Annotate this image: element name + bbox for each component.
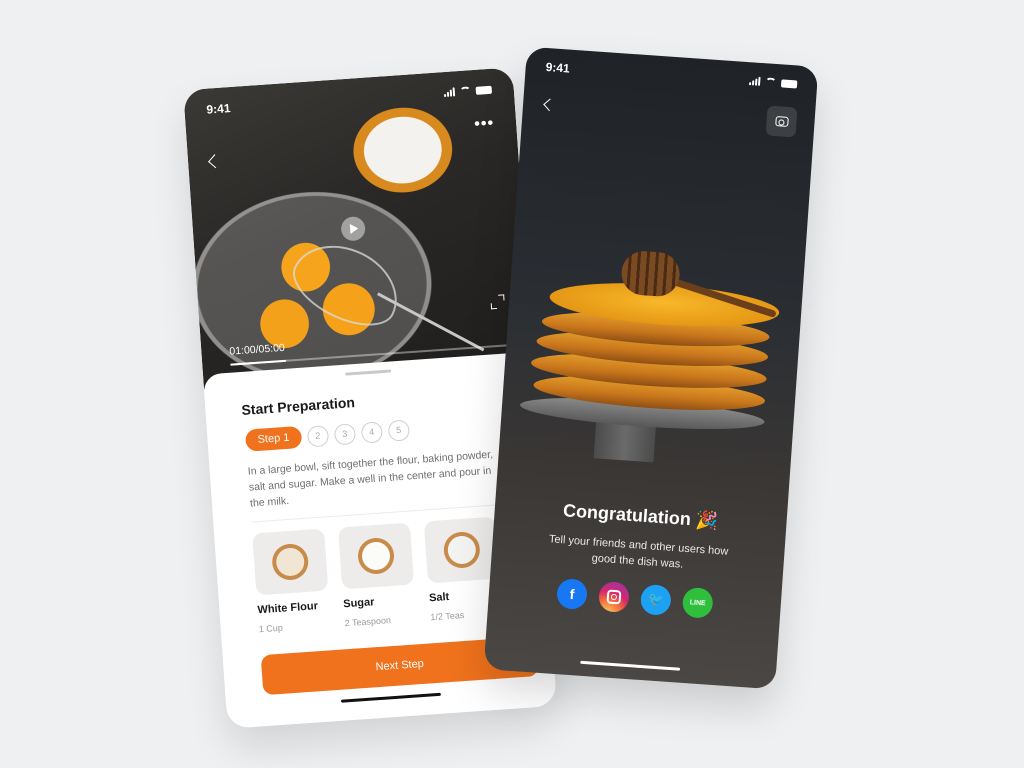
step-1-tab[interactable]: Step 1 <box>244 425 303 452</box>
ingredient-card[interactable]: White Flour 1 Cup <box>252 528 331 635</box>
instagram-icon[interactable] <box>597 580 630 613</box>
whisk-image <box>282 228 412 340</box>
home-indicator <box>580 660 681 671</box>
ingredient-image <box>337 522 415 590</box>
congratulation-message: Tell your friends and other users how go… <box>548 533 729 571</box>
page-title: Start Preparation <box>240 394 356 418</box>
status-time: 9:41 <box>545 59 571 76</box>
ingredient-name: White Flour <box>257 600 319 617</box>
social-share-row: f 🐦 LINE <box>488 573 781 623</box>
ingredient-quantity: 1 Cup <box>258 622 284 635</box>
battery-icon <box>780 79 798 89</box>
camera-button[interactable] <box>765 105 798 138</box>
whisk-handle-image <box>377 292 485 352</box>
congratulation-phone: 9:41 Congratulation 🎉 Tell your friends … <box>483 46 819 690</box>
wifi-icon <box>459 86 472 96</box>
fullscreen-icon[interactable] <box>490 294 505 309</box>
congratulation-title: Congratulation 🎉 <box>562 500 719 532</box>
signal-icon <box>748 76 761 86</box>
ingredient-list: White Flour 1 Cup Sugar 2 Teaspoon Salt … <box>252 516 502 635</box>
ingredient-name: Sugar <box>342 596 375 611</box>
step-3-tab[interactable]: 3 <box>333 422 356 446</box>
signal-icon <box>443 87 456 98</box>
step-2-tab[interactable]: 2 <box>306 424 330 447</box>
battery-icon <box>475 85 493 95</box>
ingredient-card[interactable]: Sugar 2 Teaspoon <box>337 522 417 629</box>
status-bar: 9:41 <box>525 47 819 101</box>
back-icon[interactable] <box>543 98 556 112</box>
step-5-tab[interactable]: 5 <box>387 418 410 442</box>
sheet-handle[interactable] <box>345 369 392 376</box>
step-indicator: Step 1 2 3 4 5 <box>244 418 410 452</box>
step-instructions: In a large bowl, sift together the flour… <box>247 448 494 510</box>
ingredient-quantity: 2 Teaspoon <box>344 615 392 629</box>
step-4-tab[interactable]: 4 <box>360 420 383 444</box>
ingredient-image <box>252 528 329 596</box>
wifi-icon <box>764 77 777 88</box>
line-icon[interactable]: LINE <box>681 586 714 619</box>
home-indicator <box>340 692 441 703</box>
ingredient-image <box>423 516 500 584</box>
status-time: 9:41 <box>206 101 231 117</box>
camera-icon <box>774 116 789 127</box>
facebook-icon[interactable]: f <box>556 578 589 611</box>
twitter-icon[interactable]: 🐦 <box>639 583 672 616</box>
more-icon[interactable]: ••• <box>474 115 495 134</box>
